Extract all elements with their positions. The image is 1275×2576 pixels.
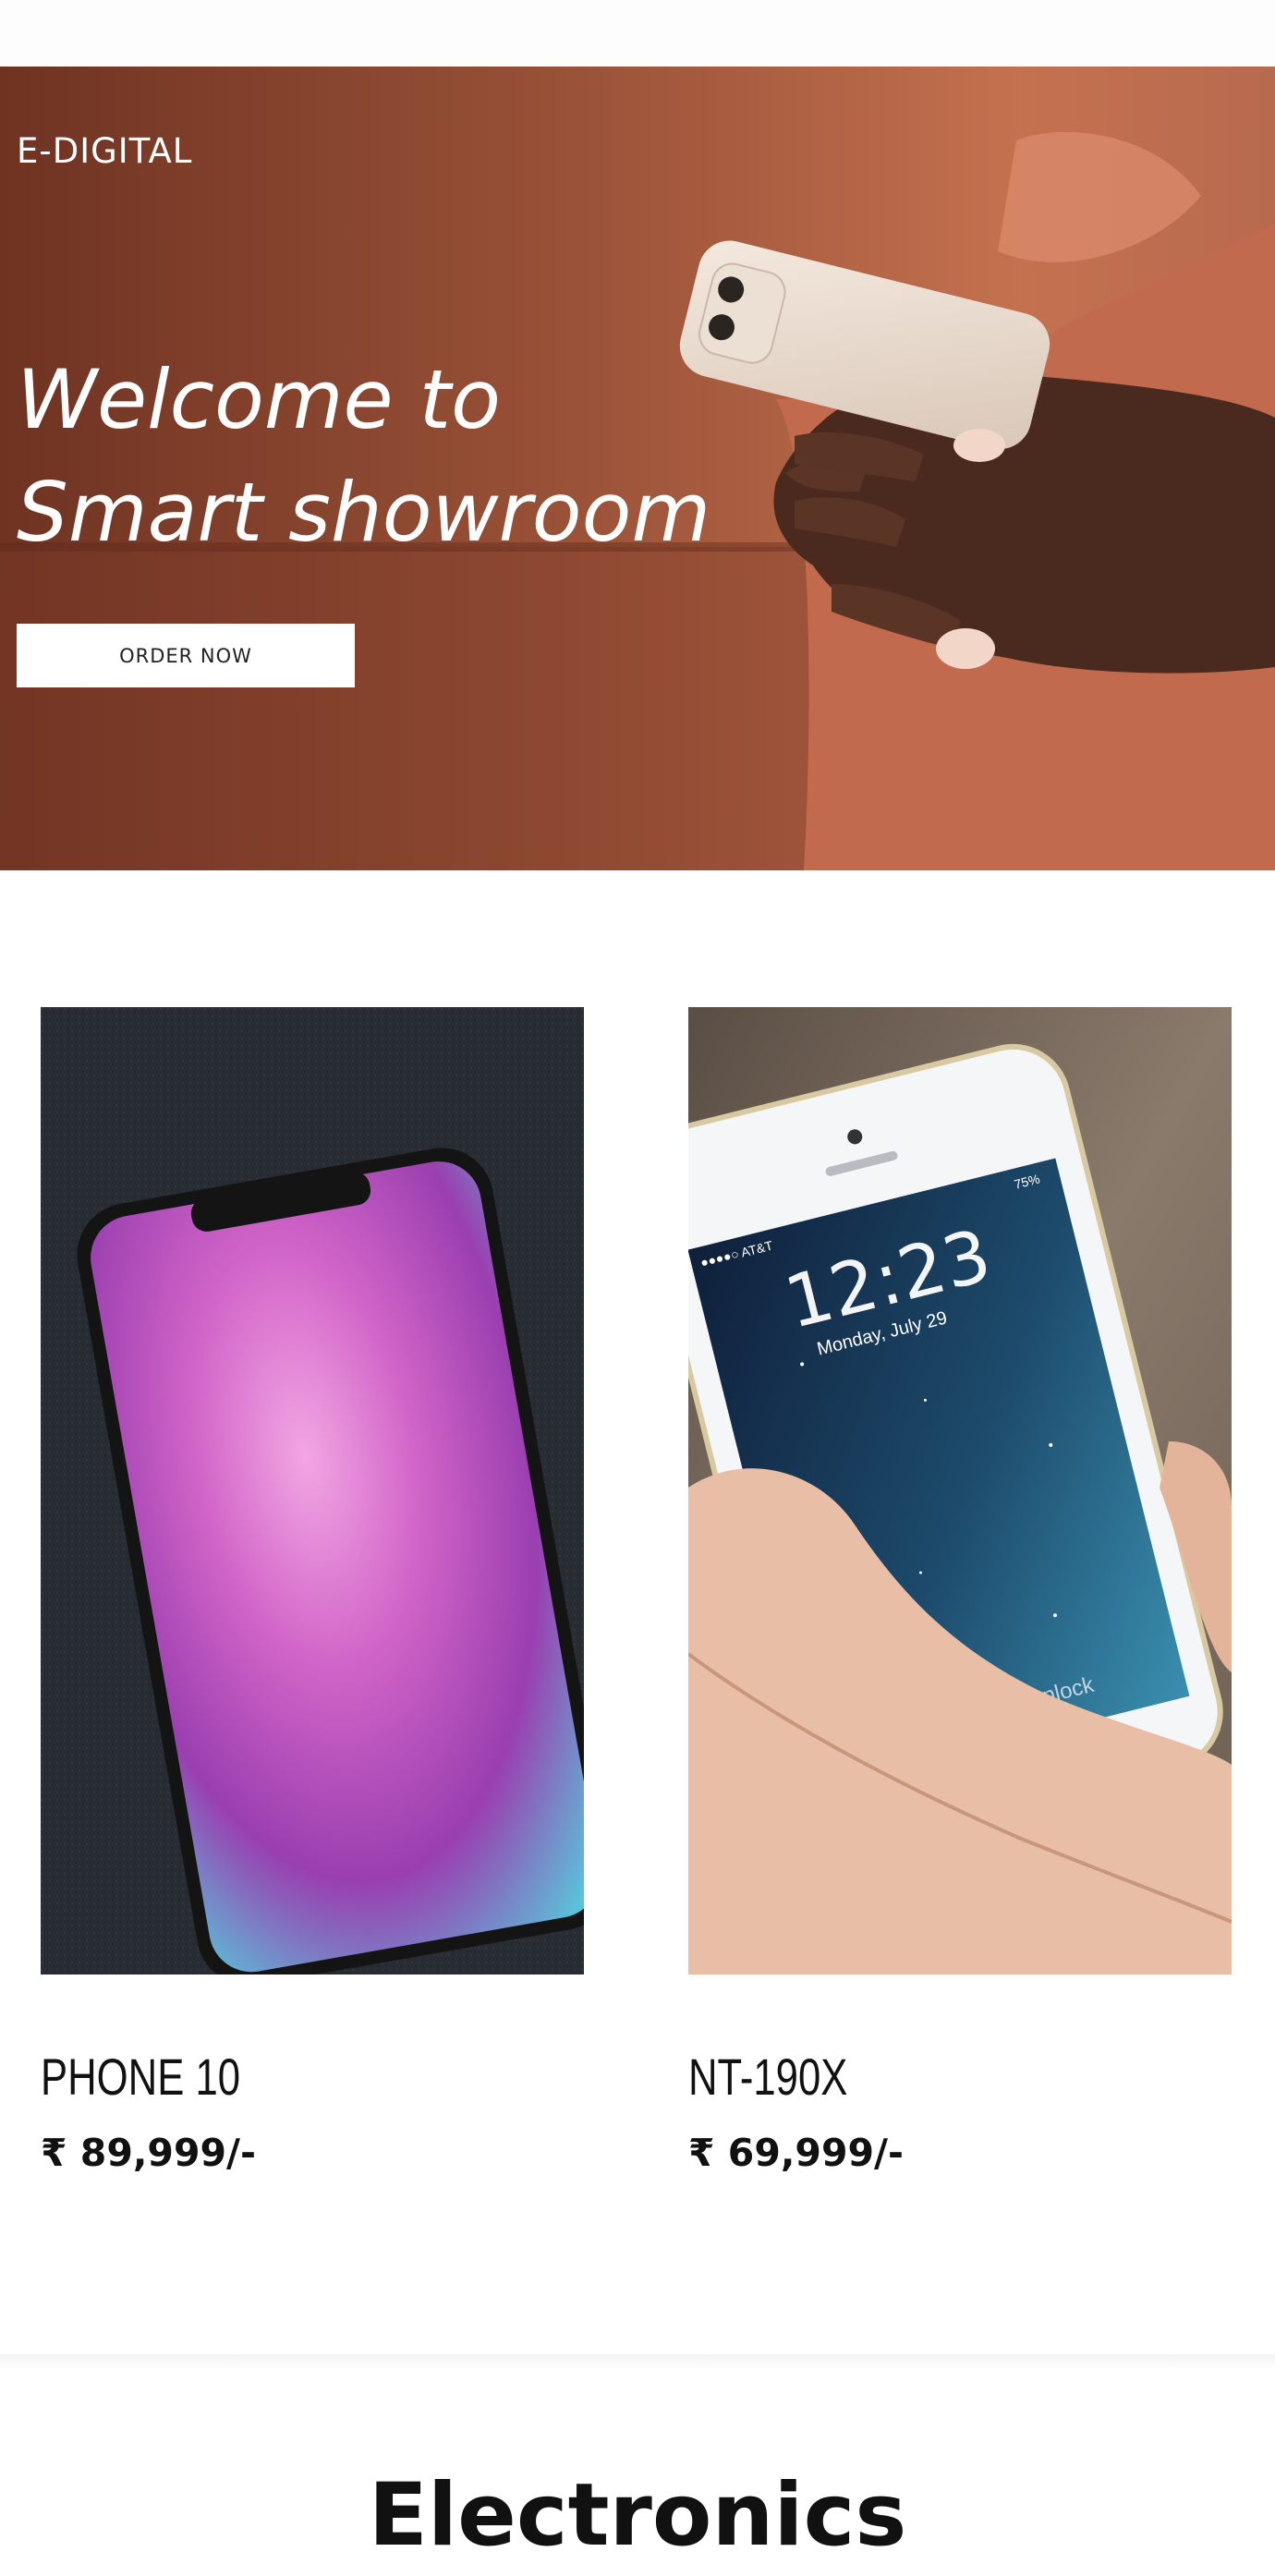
product-image-phone-10[interactable] <box>41 1007 584 1975</box>
product-price: ₹ 89,999/- <box>41 2131 257 2175</box>
product-card[interactable]: ●●●●○ AT&T 75% 12:23 Monday, July 29 sli… <box>688 1007 1232 2175</box>
hero-title: Welcome to Smart showroom <box>17 344 710 569</box>
hero-title-line-1: Welcome to <box>17 352 502 447</box>
order-now-button[interactable]: ORDER NOW <box>17 624 355 687</box>
top-bar <box>0 0 1275 67</box>
product-card[interactable]: PHONE 10 ₹ 89,999/- <box>41 1007 584 2175</box>
section-divider <box>0 2354 1275 2371</box>
product-grid: PHONE 10 ₹ 89,999/- ●●●●○ AT&T 75% 12:23… <box>0 870 1275 2356</box>
product-price: ₹ 69,999/- <box>688 2131 905 2175</box>
section-title-electronics: Electronics <box>368 2465 907 2566</box>
product-image-nt-190x[interactable]: ●●●●○ AT&T 75% 12:23 Monday, July 29 sli… <box>688 1007 1232 1975</box>
product-name[interactable]: NT-190X <box>688 2047 1112 2107</box>
product-name[interactable]: PHONE 10 <box>41 2047 465 2107</box>
hero-banner: E-DIGITAL Welcome to Smart showroom ORDE… <box>0 67 1275 870</box>
brand-logo-text[interactable]: E-DIGITAL <box>17 131 192 171</box>
hero-title-line-2: Smart showroom <box>17 465 711 560</box>
